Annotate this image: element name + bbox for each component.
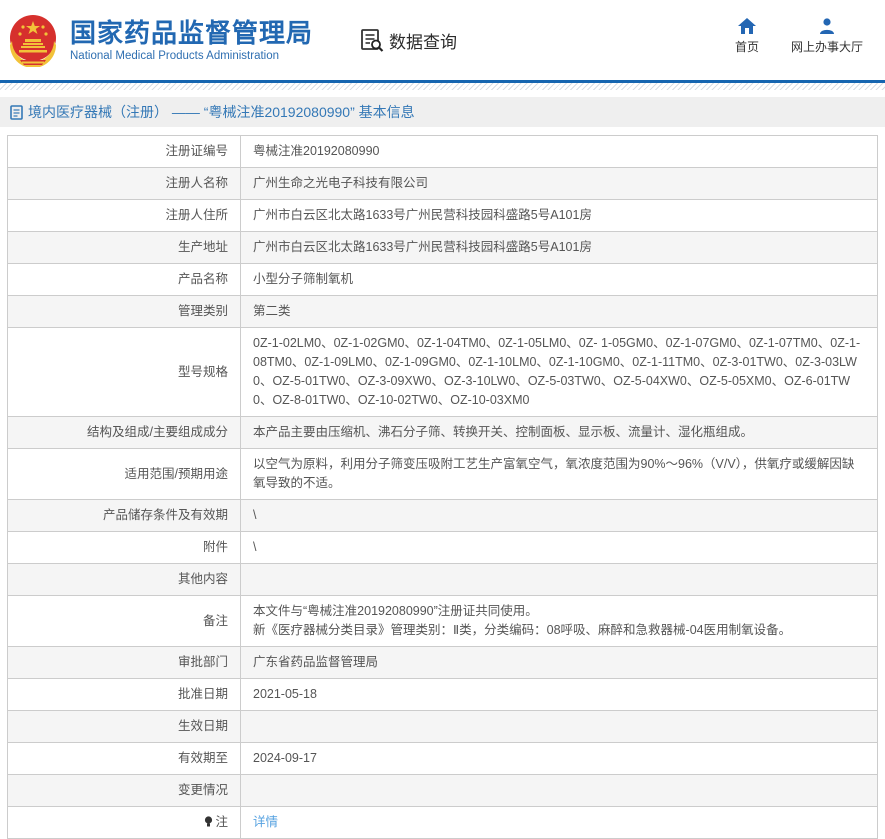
home-icon [737, 18, 756, 34]
row-label: 管理类别 [7, 295, 241, 328]
row-label: 变更情况 [7, 774, 241, 807]
info-table: 注册证编号 粤械注准20192080990 注册人名称 广州生命之光电子科技有限公司注… [7, 135, 878, 839]
site-header: 国家药品监督管理局 National Medical Products Admi… [0, 0, 885, 80]
row-label: 审批部门 [7, 646, 241, 679]
table-wrap: 注册证编号 粤械注准20192080990 注册人名称 广州生命之光电子科技有限公司注… [7, 135, 878, 839]
row-value: 详情 [240, 806, 878, 839]
table-row: 其他内容 [7, 563, 878, 596]
table-row: 注详情 [7, 806, 878, 839]
document-icon [10, 104, 23, 120]
title-bar: 境内医疗器械（注册） —— “粤械注准20192080990” 基本信息 [0, 97, 885, 127]
table-row: 结构及组成/主要组成成分 本产品主要由压缩机、沸石分子筛、转换开关、控制面板、显示… [7, 416, 878, 449]
nav-item-service-hall[interactable]: 网上办事大厅 [791, 18, 863, 55]
row-label: 有效期至 [7, 742, 241, 775]
row-value: 广东省药品监督管理局 [240, 646, 878, 679]
row-value: \ [240, 531, 878, 564]
row-label: 注册证编号 [7, 135, 241, 168]
detail-link[interactable]: 详情 [253, 815, 278, 829]
data-query-label: 数据查询 [389, 32, 458, 52]
nav-item-home[interactable]: 首页 [735, 18, 759, 55]
row-label: 备注 [7, 595, 241, 647]
bulb-icon [205, 816, 213, 827]
row-label: 附件 [7, 531, 241, 564]
table-row: 审批部门 广东省药品监督管理局 [7, 646, 878, 679]
row-label: 型号规格 [7, 327, 241, 417]
table-row: 管理类别 第二类 [7, 295, 878, 328]
row-value: 广州市白云区北太路1633号广州民营科技园科盛路5号A101房 [240, 199, 878, 232]
user-icon [819, 18, 834, 34]
table-row: 变更情况 [7, 774, 878, 807]
row-value [240, 710, 878, 743]
row-value: 广州市白云区北太路1633号广州民营科技园科盛路5号A101房 [240, 231, 878, 264]
table-row: 备注 本文件与“粤械注准20192080990”注册证共同使用。 新《医疗器械分类目… [7, 595, 878, 647]
row-value: \ [240, 499, 878, 532]
row-value: 以空气为原料，利用分子筛变压吸附工艺生产富氧空气，氧浓度范围为90%～96%（V… [240, 448, 878, 500]
row-label: 其他内容 [7, 563, 241, 596]
table-row: 注册人住所 广州市白云区北太路1633号广州民营科技园科盛路5号A101房 [7, 199, 878, 232]
document-search-icon [361, 29, 384, 52]
table-row: 有效期至 2024-09-17 [7, 742, 878, 775]
table-row: 批准日期 2021-05-18 [7, 678, 878, 711]
nav-item-label: 首页 [734, 40, 759, 54]
row-value: 第二类 [240, 295, 878, 328]
row-label: 生效日期 [7, 710, 241, 743]
row-value: 2024-09-17 [240, 742, 878, 775]
national-emblem-logo[interactable] [8, 13, 58, 68]
data-query-tab[interactable]: 数据查询 [359, 28, 457, 53]
row-label: 产品储存条件及有效期 [7, 499, 241, 532]
row-label: 生产地址 [7, 231, 241, 264]
row-value: 粤械注准20192080990 [240, 135, 878, 168]
table-row: 型号规格 0Z-1-02LM0、0Z-1-02GM0、0Z-1-04TM0、0Z-… [7, 327, 878, 417]
row-value: 2021-05-18 [240, 678, 878, 711]
table-row: 生产地址 广州市白云区北太路1633号广州民营科技园科盛路5号A101房 [7, 231, 878, 264]
table-row: 注册证编号 粤械注准20192080990 [7, 135, 878, 168]
national-emblem-icon [10, 15, 56, 68]
row-label: 产品名称 [7, 263, 241, 296]
row-label: 注册人名称 [7, 167, 241, 200]
row-value: 本产品主要由压缩机、沸石分子筛、转换开关、控制面板、显示板、流量计、湿化瓶组成。 [240, 416, 878, 449]
row-value: 小型分子筛制氧机 [240, 263, 878, 296]
table-row: 附件 \ [7, 531, 878, 564]
hatch-strip [0, 83, 885, 90]
brand-block: 国家药品监督管理局 National Medical Products Admi… [70, 18, 313, 62]
table-row: 产品储存条件及有效期 \ [7, 499, 878, 532]
row-value: 广州生命之光电子科技有限公司 [240, 167, 878, 200]
info-table-body: 注册证编号 粤械注准20192080990 注册人名称 广州生命之光电子科技有限公司注… [7, 135, 878, 839]
row-label: 注 [7, 806, 241, 839]
brand-title: 国家药品监督管理局 [70, 18, 314, 48]
header-nav: 首页 网上办事大厅 [735, 18, 863, 55]
table-row: 生效日期 [7, 710, 878, 743]
row-value: 0Z-1-02LM0、0Z-1-02GM0、0Z-1-04TM0、0Z-1-05… [240, 327, 878, 417]
row-label: 注册人住所 [7, 199, 241, 232]
table-row: 产品名称 小型分子筛制氧机 [7, 263, 878, 296]
row-value [240, 774, 878, 807]
page-title: 境内医疗器械（注册） —— “粤械注准20192080990” 基本信息 [28, 104, 415, 120]
table-row: 适用范围/预期用途 以空气为原料，利用分子筛变压吸附工艺生产富氧空气，氧浓度范围为… [7, 448, 878, 500]
nav-item-label: 网上办事大厅 [790, 40, 863, 54]
row-label: 结构及组成/主要组成成分 [7, 416, 241, 449]
row-label: 适用范围/预期用途 [7, 448, 241, 500]
table-row: 注册人名称 广州生命之光电子科技有限公司 [7, 167, 878, 200]
row-label: 批准日期 [7, 678, 241, 711]
row-value [240, 563, 878, 596]
row-value: 本文件与“粤械注准20192080990”注册证共同使用。 新《医疗器械分类目录》… [240, 595, 878, 647]
brand-subtitle: National Medical Products Administration [70, 50, 280, 62]
